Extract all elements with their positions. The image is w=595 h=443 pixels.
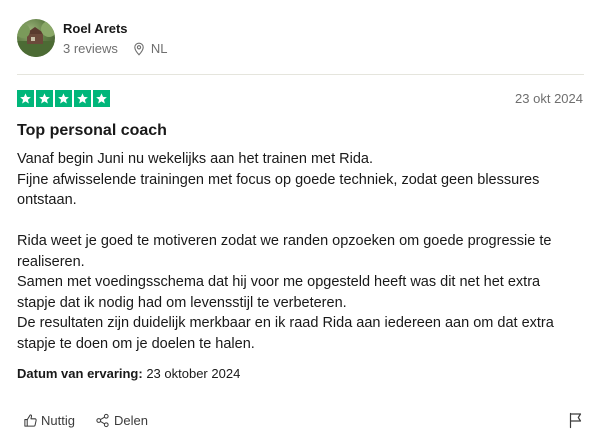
review-date: 23 okt 2024 xyxy=(515,91,583,106)
useful-button[interactable]: Nuttig xyxy=(22,412,75,428)
star-icon xyxy=(17,90,34,107)
reviewer-name[interactable]: Roel Arets xyxy=(63,20,168,37)
share-label: Delen xyxy=(113,412,148,428)
reviewer-country: NL xyxy=(150,40,168,56)
review-text-line: De resultaten zijn duidelijk merkbaar en… xyxy=(17,315,554,352)
avatar[interactable] xyxy=(17,19,55,57)
review-title[interactable]: Top personal coach xyxy=(17,122,167,140)
star-icon xyxy=(93,90,110,107)
map-pin-icon xyxy=(132,42,146,56)
flag-icon[interactable] xyxy=(567,411,585,429)
review-card: Roel Arets 3 reviews NL 23 okt 2024 Top … xyxy=(0,0,595,443)
review-text-line: Fijne afwisselende trainingen met focus … xyxy=(17,171,540,209)
share-icon xyxy=(95,412,111,428)
reviewer-header: Roel Arets 3 reviews NL xyxy=(17,19,168,57)
thumbs-up-icon xyxy=(22,412,38,428)
useful-label: Nuttig xyxy=(41,412,75,428)
share-button[interactable]: Delen xyxy=(95,412,148,428)
review-count: 3 reviews xyxy=(63,40,118,56)
experience-label: Datum van ervaring: xyxy=(17,366,143,381)
divider xyxy=(17,74,584,75)
star-icon xyxy=(36,90,53,107)
reviewer-info: Roel Arets 3 reviews NL xyxy=(63,20,168,57)
experience-date: Datum van ervaring: 23 oktober 2024 xyxy=(17,366,240,381)
experience-value: 23 oktober 2024 xyxy=(146,366,241,381)
star-icon xyxy=(55,90,72,107)
review-body: Vanaf begin Juni nu wekelijks aan het tr… xyxy=(17,149,577,354)
reviewer-meta: 3 reviews NL xyxy=(63,41,168,57)
review-actions: Nuttig Delen xyxy=(22,412,148,428)
review-text-line: Vanaf begin Juni nu wekelijks aan het tr… xyxy=(17,151,374,167)
star-rating xyxy=(17,90,110,107)
review-text-line: Rida weet je goed te motiveren zodat we … xyxy=(17,233,552,270)
review-text-line: Samen met voedingsschema dat hij voor me… xyxy=(17,274,541,311)
star-icon xyxy=(74,90,91,107)
